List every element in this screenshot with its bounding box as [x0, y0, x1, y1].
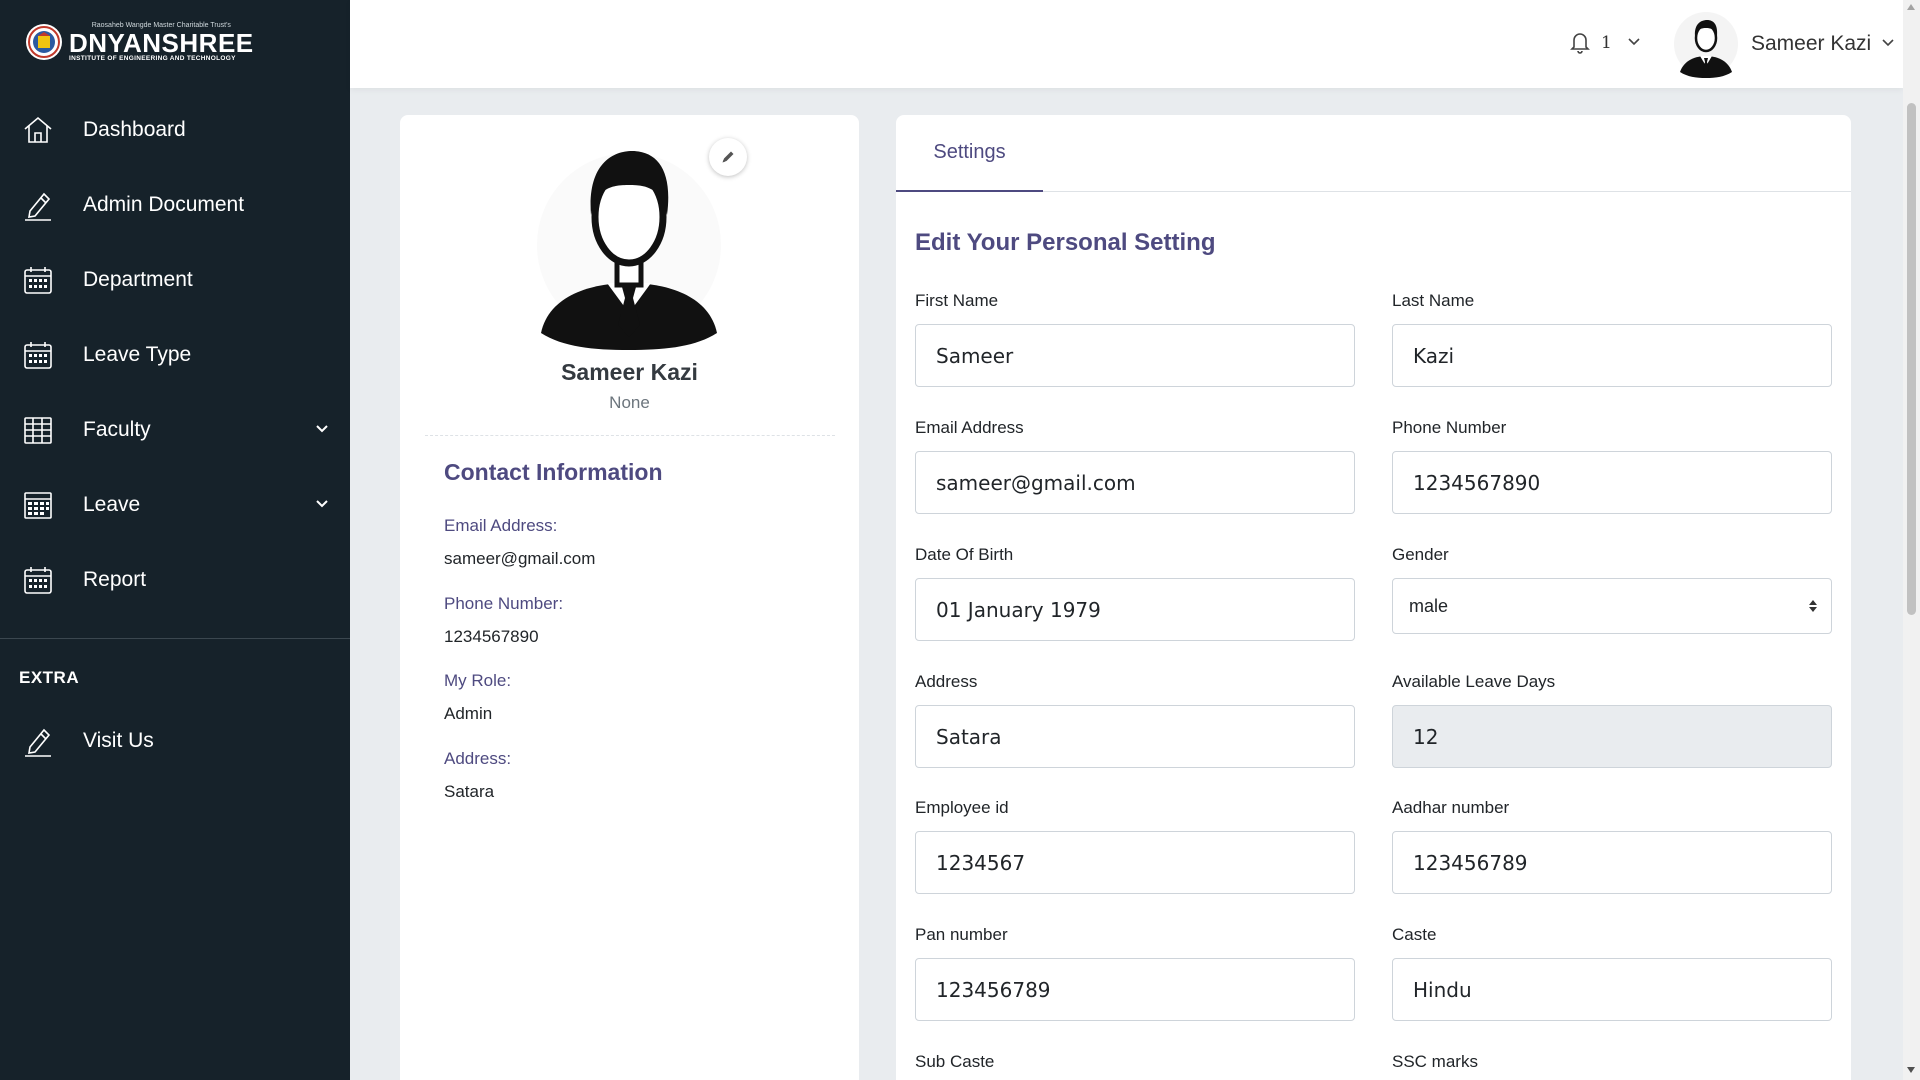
page-scrollbar[interactable]: [1903, 0, 1920, 1080]
sidebar-item-label: Admin Document: [83, 192, 245, 216]
calendar-icon: [22, 339, 54, 371]
edit-photo-button[interactable]: [709, 138, 747, 176]
profile-subtitle: None: [609, 393, 650, 412]
caste-field[interactable]: [1392, 958, 1832, 1021]
calendar-icon: [22, 564, 54, 596]
pan-field[interactable]: [915, 958, 1355, 1021]
sidebar: Raosaheb Wangde Master Charitable Trust'…: [0, 0, 350, 1080]
sidebar-item-label: Dashboard: [83, 117, 186, 141]
settings-card: Settings Edit Your Personal Setting Firs…: [896, 115, 1851, 1080]
contact-address-value: Satara: [444, 782, 495, 801]
home-icon: [22, 114, 54, 146]
bell-icon[interactable]: [1569, 30, 1591, 54]
select-arrows-icon: [1809, 600, 1817, 612]
top-header: 1 Sameer Kazi: [350, 0, 1903, 88]
sidebar-item-label: Visit Us: [83, 728, 154, 752]
profile-card: Sameer Kazi None Contact Information Ema…: [400, 115, 859, 1080]
aadhar-field[interactable]: [1392, 831, 1832, 894]
sidebar-item-label: Leave Type: [83, 342, 192, 366]
address-field[interactable]: [915, 705, 1355, 768]
sidebar-extra-nav: Visit Us: [0, 703, 350, 778]
calendar-grid-icon: [22, 489, 54, 521]
phone-field[interactable]: [1392, 451, 1832, 514]
sidebar-item-visit-us[interactable]: Visit Us: [0, 703, 350, 778]
sidebar-item-dashboard[interactable]: Dashboard: [0, 92, 350, 167]
phone-label: Phone Number: [1392, 418, 1507, 437]
pencil-icon: [722, 151, 734, 163]
tab-settings[interactable]: Settings: [896, 115, 1043, 192]
scroll-down-arrow-icon[interactable]: [1907, 1067, 1915, 1073]
avatar[interactable]: [1674, 10, 1738, 78]
dob-label: Date Of Birth: [915, 545, 1014, 564]
gender-label: Gender: [1392, 545, 1449, 564]
sidebar-item-label: Faculty: [83, 417, 151, 441]
sidebar-item-label: Leave: [83, 492, 141, 516]
sidebar-item-label: Report: [83, 567, 147, 591]
address-label: Address: [915, 672, 978, 691]
contact-address-label: Address:: [444, 749, 512, 768]
contact-phone-label: Phone Number:: [444, 594, 564, 613]
sidebar-divider: [0, 638, 350, 639]
sidebar-section-title: EXTRA: [19, 668, 80, 687]
caste-label: Caste: [1392, 925, 1437, 944]
contact-role-label: My Role:: [444, 671, 512, 690]
contact-email-label: Email Address:: [444, 516, 558, 535]
sidebar-item-leave[interactable]: Leave: [0, 467, 350, 542]
pencil-icon: [22, 189, 54, 221]
scrollbar-thumb[interactable]: [1907, 103, 1916, 615]
profile-name: Sameer Kazi: [561, 359, 698, 385]
aadhar-label: Aadhar number: [1392, 798, 1510, 817]
dashed-divider: [425, 435, 835, 436]
leave-days-label: Available Leave Days: [1392, 672, 1556, 691]
scroll-up-arrow-icon[interactable]: [1907, 4, 1915, 10]
profile-avatar: [537, 151, 721, 350]
first-name-field[interactable]: [915, 324, 1355, 387]
sidebar-item-label: Department: [83, 267, 193, 291]
first-name-label: First Name: [915, 291, 999, 310]
pencil-icon: [22, 725, 54, 757]
logo-emblem-icon: [26, 24, 62, 61]
gender-select-value: male: [1409, 596, 1449, 616]
sidebar-item-leave-type[interactable]: Leave Type: [0, 317, 350, 392]
contact-role-value: Admin: [444, 704, 493, 723]
logo-name: DNYANSHREE: [69, 28, 254, 58]
sidebar-item-report[interactable]: Report: [0, 542, 350, 617]
pan-label: Pan number: [915, 925, 1008, 944]
employee-id-label: Employee id: [915, 798, 1009, 817]
brand-logo[interactable]: Raosaheb Wangde Master Charitable Trust'…: [24, 22, 254, 63]
dob-field[interactable]: [915, 578, 1355, 641]
gender-select[interactable]: male: [1392, 578, 1832, 634]
notification-count[interactable]: 1: [1601, 33, 1612, 53]
chevron-down-icon[interactable]: [1626, 34, 1642, 50]
chevron-down-icon[interactable]: [1880, 35, 1896, 51]
calendar-icon: [22, 264, 54, 296]
sidebar-item-department[interactable]: Department: [0, 242, 350, 317]
last-name-label: Last Name: [1392, 291, 1475, 310]
form-title: Edit Your Personal Setting: [915, 229, 1216, 256]
chevron-down-icon[interactable]: [312, 419, 332, 439]
table-icon: [22, 414, 54, 446]
chevron-down-icon[interactable]: [312, 494, 332, 514]
sidebar-nav: Dashboard Admin Document Department Leav…: [0, 92, 350, 617]
employee-id-field[interactable]: [915, 831, 1355, 894]
contact-phone-value: 1234567890: [444, 627, 539, 646]
contact-email-value: sameer@gmail.com: [444, 549, 596, 568]
tab-bar: Settings: [896, 115, 1851, 192]
email-field[interactable]: [915, 451, 1355, 514]
ssc-marks-label: SSC marks: [1392, 1052, 1478, 1071]
last-name-field[interactable]: [1392, 324, 1832, 387]
leave-days-field: [1392, 705, 1832, 768]
logo-subtitle: INSTITUTE OF ENGINEERING AND TECHNOLOGY: [69, 55, 236, 62]
email-label: Email Address: [915, 418, 1024, 437]
contact-info-title: Contact Information: [444, 459, 663, 485]
header-user-name[interactable]: Sameer Kazi: [1751, 32, 1871, 56]
sidebar-item-faculty[interactable]: Faculty: [0, 392, 350, 467]
sub-caste-label: Sub Caste: [915, 1052, 995, 1071]
sidebar-item-admin-document[interactable]: Admin Document: [0, 167, 350, 242]
